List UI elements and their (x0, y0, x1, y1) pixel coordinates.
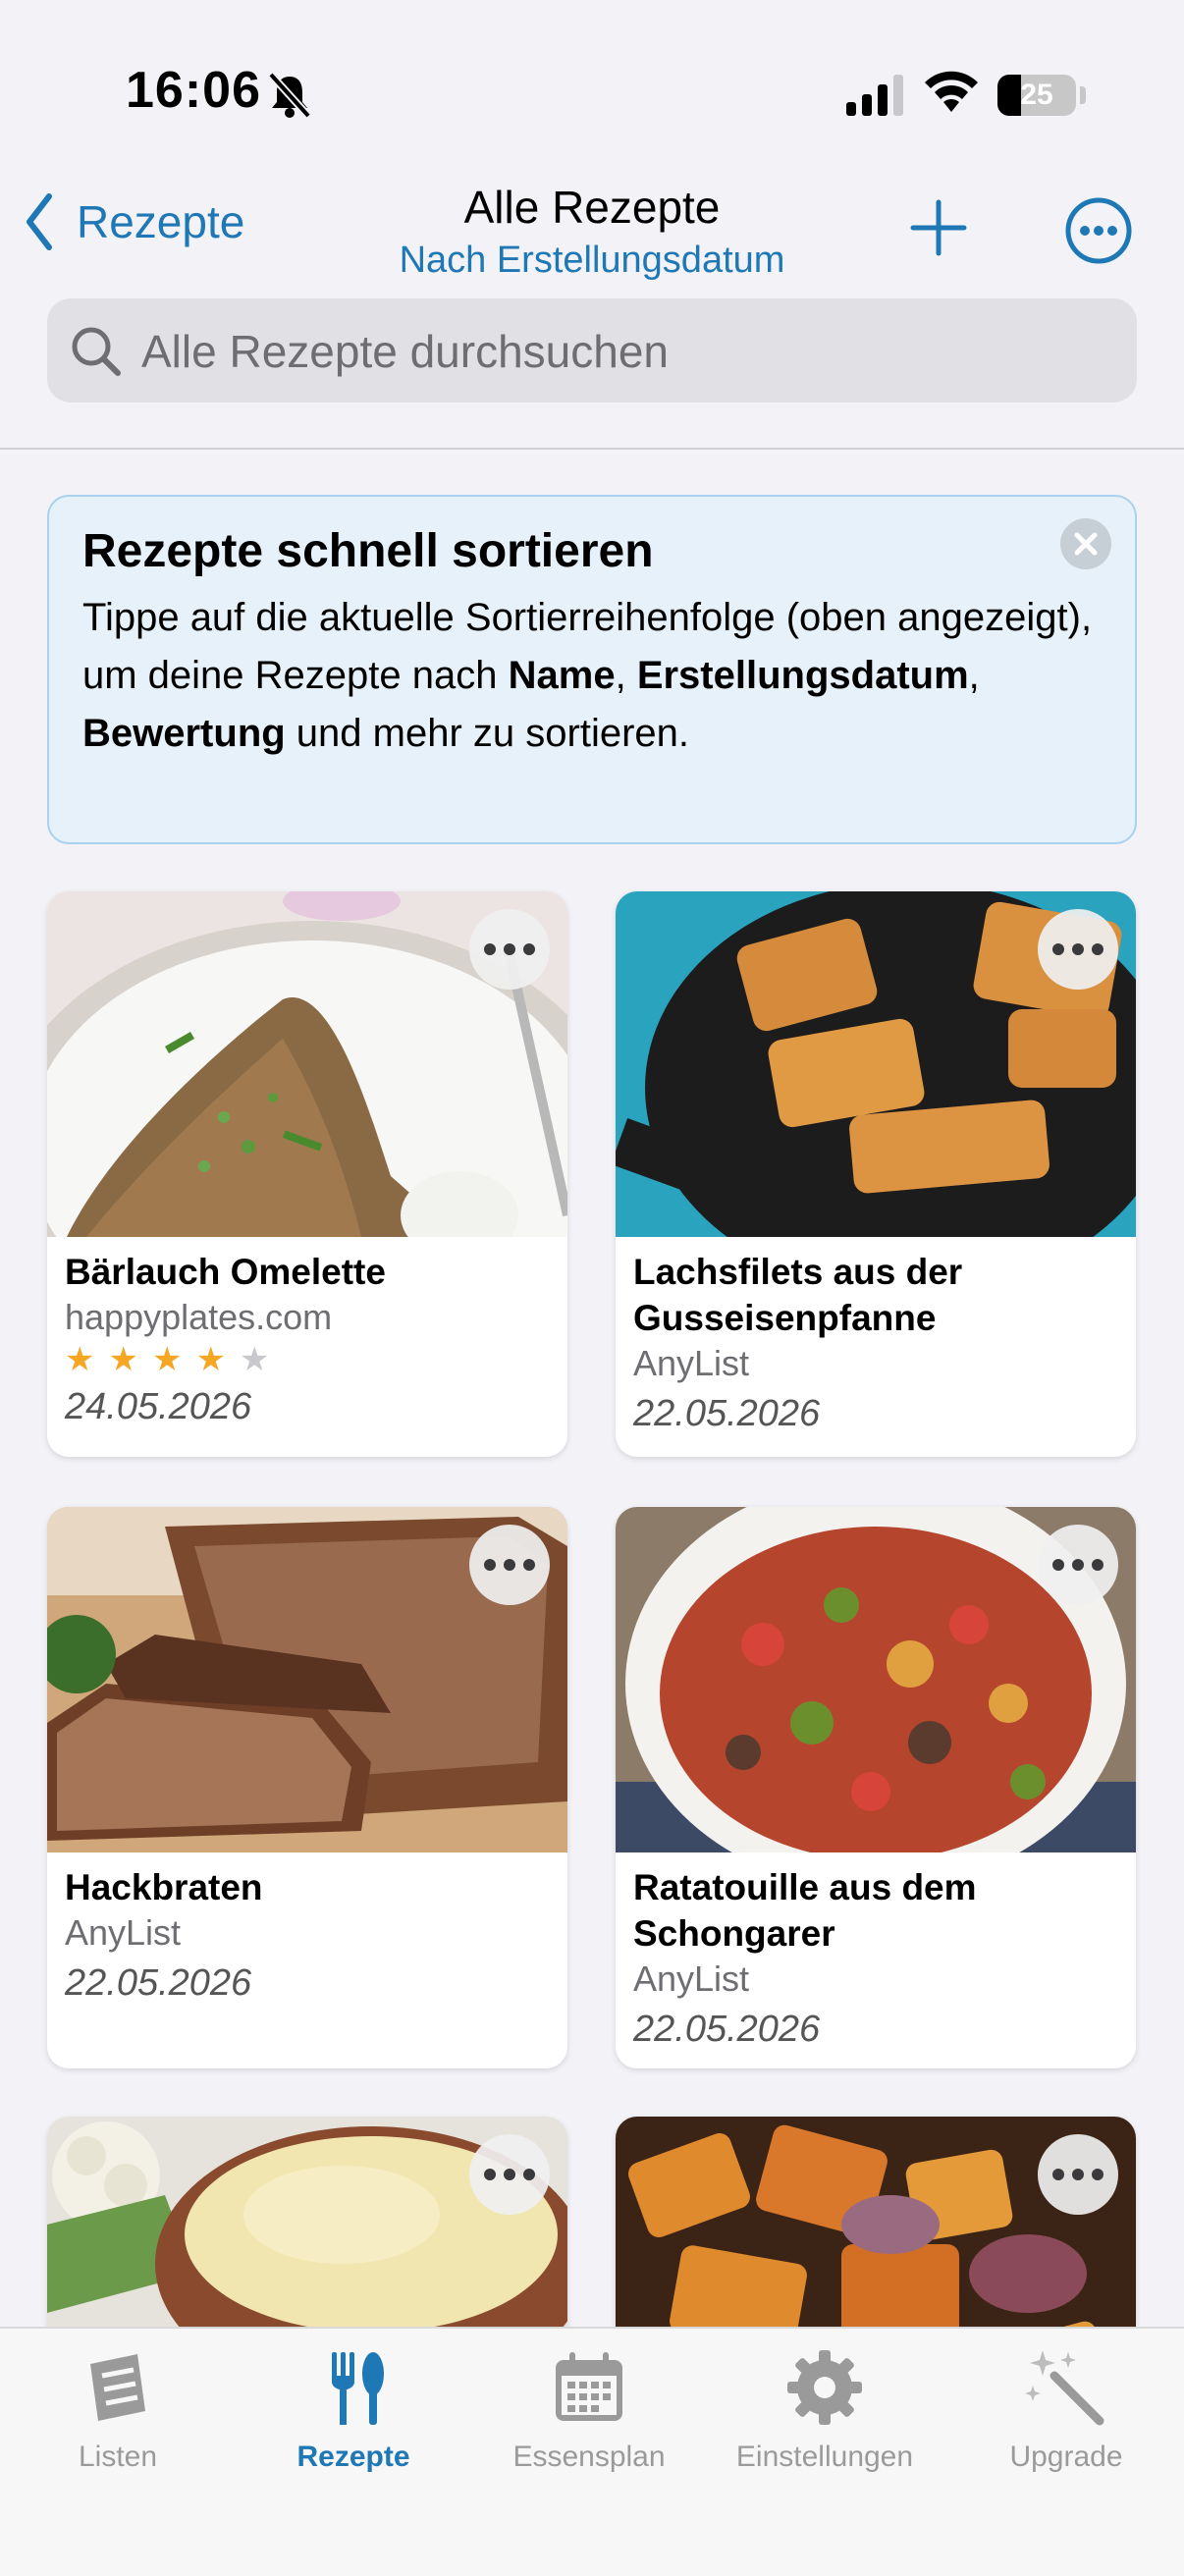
tab-rezepte[interactable]: Rezepte (236, 2346, 471, 2474)
tab-label: Rezepte (296, 2441, 410, 2473)
recipe-card[interactable]: Lachsfilets aus der Gusseisenpfanne AnyL… (616, 891, 1136, 1457)
recipe-more-button[interactable] (469, 2134, 550, 2215)
recipe-date: 24.05.2026 (65, 1386, 252, 1427)
recipe-more-button[interactable] (469, 909, 550, 990)
back-button-label: Rezepte (77, 196, 245, 247)
magic-wand-icon (1025, 2350, 1104, 2426)
wifi-icon (925, 71, 978, 112)
recipe-date: 22.05.2026 (633, 1393, 821, 1434)
recipe-card[interactable]: Bärlauch Omelette happyplates.com ★ ★ ★ … (47, 891, 567, 1457)
bell-muted-icon (268, 72, 311, 119)
header-divider (0, 448, 1184, 450)
calendar-icon (556, 2352, 622, 2421)
star-icon: ★ (151, 1341, 183, 1378)
tab-label: Listen (78, 2441, 158, 2473)
sort-order-button[interactable]: Nach Erstellungsdatum (295, 240, 889, 282)
star-icon: ★ (108, 1341, 138, 1378)
recipe-name: Bärlauch Omelette (65, 1252, 386, 1292)
tab-einstellungen[interactable]: Einstellungen (707, 2346, 942, 2474)
gear-icon (787, 2350, 862, 2425)
list-icon (90, 2354, 145, 2421)
recipe-source: AnyList (633, 1343, 750, 1383)
battery-level: 25 (1020, 79, 1053, 111)
search-input[interactable] (139, 318, 1105, 385)
more-options-icon[interactable] (1064, 196, 1133, 265)
chevron-left-icon (27, 193, 52, 250)
recipe-source: AnyList (633, 1959, 750, 1999)
tab-label: Upgrade (1009, 2441, 1123, 2473)
recipe-name: Hackbraten (65, 1867, 263, 1907)
add-recipe-button[interactable] (907, 196, 970, 259)
recipe-source: happyplates.com (65, 1297, 333, 1337)
recipe-more-button[interactable] (469, 1525, 550, 1605)
tab-label: Einstellungen (735, 2441, 914, 2473)
recipe-date: 22.05.2026 (65, 1962, 252, 2004)
recipe-name: Lachsfilets aus der Gusseisenpfanne (633, 1252, 963, 1338)
star-icon: ★ (65, 1341, 95, 1378)
search-icon (72, 327, 121, 376)
tab-listen[interactable]: Listen (0, 2346, 236, 2474)
star-icon: ★ (195, 1341, 226, 1378)
fork-knife-icon (332, 2352, 384, 2425)
sort-tip-card: Rezepte schnell sortieren Tippe auf die … (47, 495, 1137, 844)
page-title: Alle Rezepte (463, 182, 721, 233)
recipe-more-button[interactable] (1038, 1525, 1118, 1605)
status-time: 16:06 (126, 62, 261, 119)
tab-upgrade[interactable]: Upgrade (948, 2346, 1184, 2474)
tip-title: Rezepte schnell sortieren (82, 525, 654, 577)
recipe-card[interactable]: Hackbraten AnyList 22.05.2026 (47, 1507, 567, 2068)
tab-essensplan[interactable]: Essensplan (471, 2346, 707, 2474)
tab-bar: Listen Rezepte Essensplan Einstellungen … (0, 2327, 1184, 2576)
recipe-source: AnyList (65, 1912, 182, 1953)
status-bar: 16:06 25 (0, 0, 1184, 187)
recipe-card[interactable]: Ratatouille aus dem Schongarer AnyList 2… (616, 1507, 1136, 2068)
close-tip-button[interactable] (1060, 518, 1111, 569)
tab-label: Essensplan (512, 2441, 666, 2473)
tip-body: Tippe auf die aktuelle Sortierreihenfolg… (82, 596, 1093, 755)
cellular-signal-icon (846, 75, 903, 116)
back-button[interactable]: Rezepte (24, 192, 244, 251)
search-bar[interactable] (47, 298, 1137, 402)
rating-stars: ★ ★ ★ ★ ★ (65, 1340, 552, 1379)
recipe-more-button[interactable] (1038, 2134, 1118, 2215)
recipe-name: Ratatouille aus dem Schongarer (633, 1867, 977, 1954)
battery-icon: 25 (997, 75, 1076, 116)
recipe-more-button[interactable] (1038, 909, 1118, 990)
recipe-date: 22.05.2026 (633, 2009, 821, 2050)
star-empty-icon: ★ (239, 1341, 270, 1378)
